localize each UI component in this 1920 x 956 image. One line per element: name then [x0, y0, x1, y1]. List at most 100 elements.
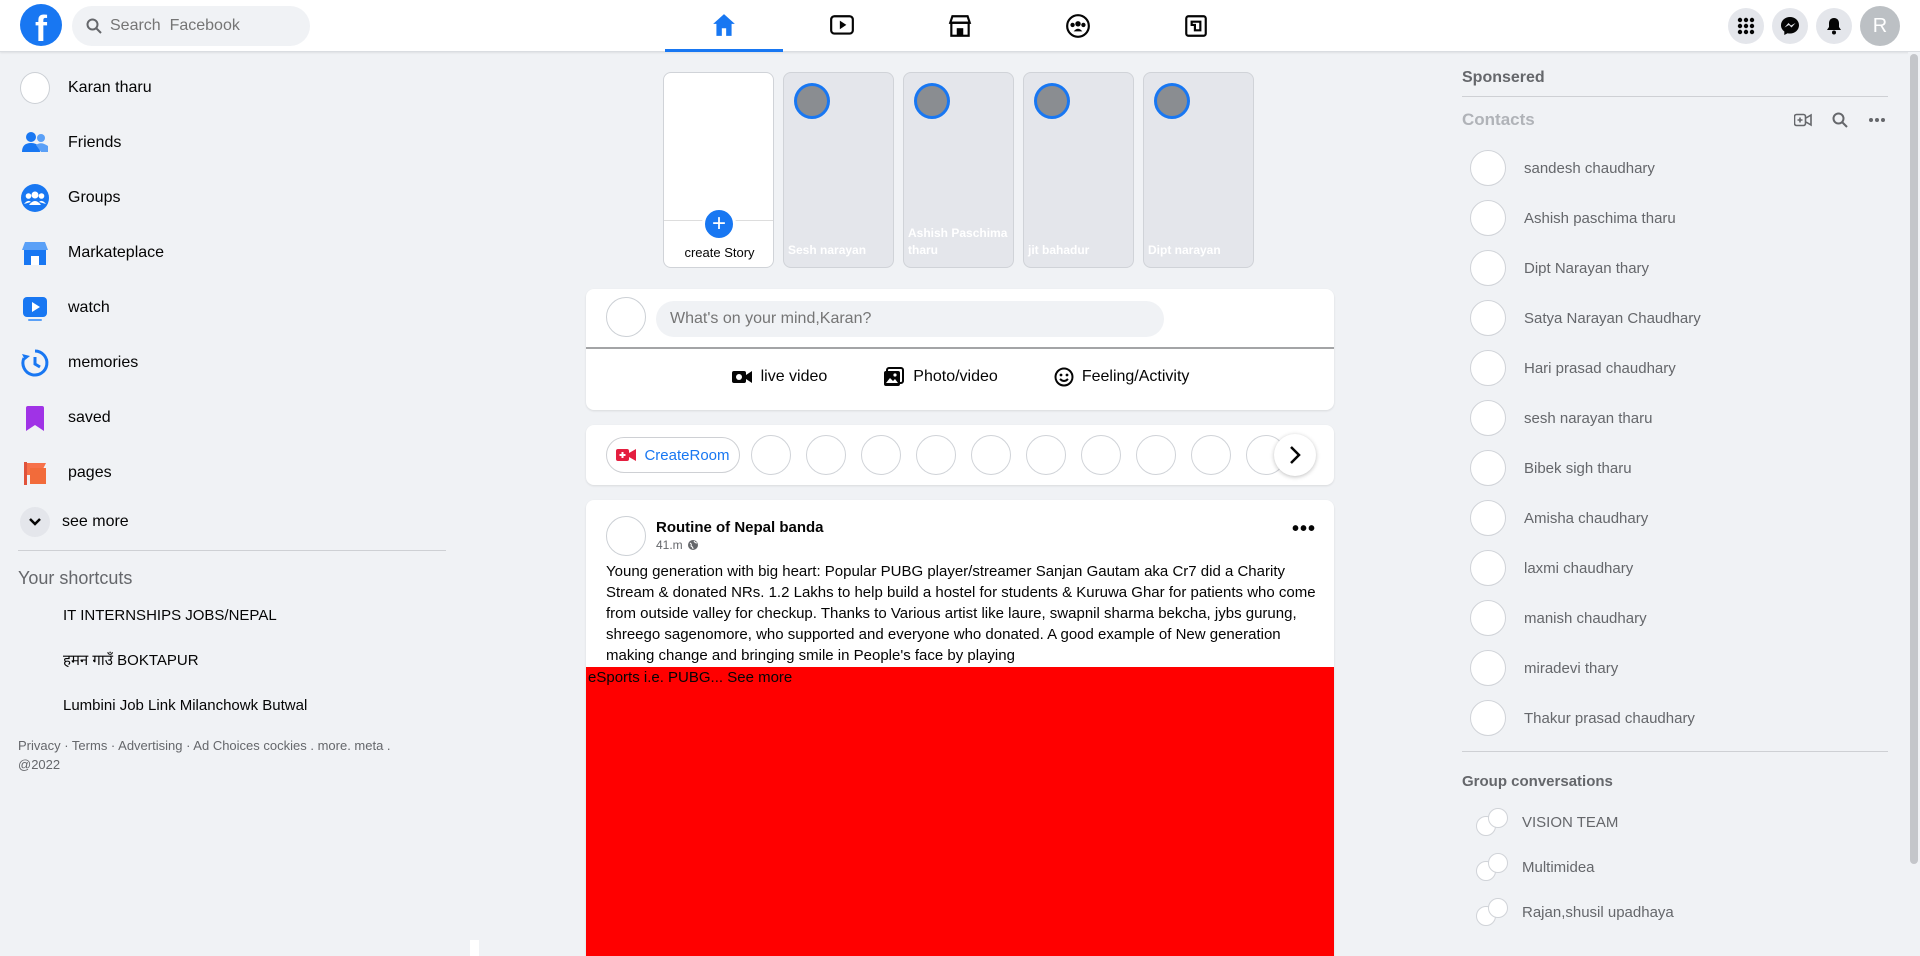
post-author-avatar[interactable]: [606, 516, 646, 556]
room-avatar[interactable]: [806, 435, 846, 475]
shortcut-item[interactable]: Lumbini Job Link Milanchowk Butwal: [0, 683, 450, 728]
saved-icon: [26, 405, 44, 431]
create-room-label: CreateRoom: [644, 446, 730, 464]
post-options-button[interactable]: •••: [1292, 518, 1316, 541]
photo-video-button[interactable]: Photo/video: [855, 355, 1026, 399]
contact-item[interactable]: Hari prasad chaudhary: [1462, 343, 1888, 393]
tab-gaming[interactable]: [1137, 0, 1255, 52]
room-avatar[interactable]: [1191, 435, 1231, 475]
tab-groups[interactable]: [1019, 0, 1137, 52]
contact-avatar: [1470, 150, 1506, 186]
new-room-icon[interactable]: [1794, 113, 1812, 127]
see-more-label: see more: [62, 513, 129, 530]
post-see-more-link[interactable]: See more: [727, 669, 792, 686]
feeling-activity-button[interactable]: Feeling/Activity: [1026, 355, 1218, 399]
bottom-marker: [470, 940, 479, 956]
live-video-button[interactable]: live video: [703, 355, 856, 399]
footer-links[interactable]: Privacy · Terms · Advertising · Ad Choic…: [0, 736, 440, 774]
more-options-icon[interactable]: [1868, 117, 1886, 123]
tab-watch[interactable]: [783, 0, 901, 52]
contacts-title: Contacts: [1462, 110, 1535, 129]
story-card[interactable]: Dipt narayan: [1143, 72, 1254, 268]
stories-row: + create Story Sesh narayan Ashish Pasch…: [663, 72, 1254, 268]
sidebar-item-marketplace[interactable]: Markateplace: [0, 225, 450, 280]
story-card[interactable]: Sesh narayan: [783, 72, 894, 268]
create-room-button[interactable]: CreateRoom: [606, 437, 740, 473]
story-create-image: [664, 73, 773, 221]
post-author-name[interactable]: Routine of Nepal banda: [656, 519, 824, 536]
contact-avatar: [1470, 350, 1506, 386]
gaming-icon: [1185, 15, 1207, 37]
story-card[interactable]: jit bahadur: [1023, 72, 1134, 268]
sidebar-divider: [18, 550, 446, 551]
story-avatar: [1034, 83, 1070, 119]
tab-home[interactable]: [665, 0, 783, 52]
contact-name: Hari prasad chaudhary: [1524, 359, 1676, 377]
contact-avatar: [1470, 600, 1506, 636]
contact-item[interactable]: Ashish paschima tharu: [1462, 193, 1888, 243]
chevron-right-icon: [1290, 446, 1301, 464]
post-time-text[interactable]: 41.m: [656, 538, 683, 552]
facebook-logo[interactable]: f: [20, 4, 62, 46]
contact-avatar: [1470, 700, 1506, 736]
feed-post: Routine of Nepal banda 41.m ••• Young ge…: [586, 500, 1334, 956]
room-avatar[interactable]: [1081, 435, 1121, 475]
contact-item[interactable]: laxmi chaudhary: [1462, 543, 1888, 593]
contact-name: Dipt Narayan thary: [1524, 259, 1650, 277]
sidebar-item-watch[interactable]: watch: [0, 280, 450, 335]
marketplace-icon: [22, 241, 48, 265]
shortcut-item[interactable]: हमन गाउँ BOKTAPUR: [0, 638, 450, 683]
grid-icon: [1737, 17, 1755, 35]
search-icon[interactable]: [1832, 112, 1848, 128]
notifications-button[interactable]: [1816, 8, 1852, 44]
contact-item[interactable]: Satya Narayan Chaudhary: [1462, 293, 1888, 343]
scrollbar-thumb[interactable]: [1910, 54, 1918, 864]
sidebar-item-saved[interactable]: saved: [0, 390, 450, 445]
see-more-button[interactable]: see more: [0, 500, 450, 544]
story-name: jit bahadur: [1028, 243, 1090, 257]
page-scrollbar[interactable]: [1908, 52, 1920, 956]
room-avatar[interactable]: [861, 435, 901, 475]
contact-item[interactable]: Thakur prasad chaudhary: [1462, 693, 1888, 743]
sidebar-item-profile[interactable]: Karan tharu: [0, 60, 450, 115]
search-input[interactable]: [110, 17, 300, 35]
story-card[interactable]: Ashish Paschima tharu: [903, 72, 1014, 268]
search-bar[interactable]: [72, 6, 310, 46]
account-avatar[interactable]: R: [1860, 6, 1900, 46]
tab-marketplace[interactable]: [901, 0, 1019, 52]
contact-item[interactable]: sesh narayan tharu: [1462, 393, 1888, 443]
composer-input[interactable]: [656, 301, 1164, 337]
contact-item[interactable]: Bibek sigh tharu: [1462, 443, 1888, 493]
shortcut-item[interactable]: IT INTERNSHIPS JOBS/NEPAL: [0, 593, 450, 638]
create-story-card[interactable]: + create Story: [663, 72, 774, 268]
sidebar-item-pages[interactable]: pages: [0, 445, 450, 500]
contact-item[interactable]: manish chaudhary: [1462, 593, 1888, 643]
contacts-header: Contacts: [1462, 97, 1888, 143]
room-avatar[interactable]: [971, 435, 1011, 475]
story-name: Ashish Paschima tharu: [908, 226, 1008, 257]
contact-avatar: [1470, 300, 1506, 336]
rooms-next-button[interactable]: [1274, 434, 1316, 476]
group-conversation-item[interactable]: Multimidea: [1462, 845, 1888, 890]
broken-image-icon: eSports i.e. PUBG... See more: [588, 669, 792, 686]
room-avatar[interactable]: [1136, 435, 1176, 475]
contact-avatar: [1470, 200, 1506, 236]
room-avatar[interactable]: [751, 435, 791, 475]
room-avatar[interactable]: [1026, 435, 1066, 475]
contact-item[interactable]: sandesh chaudhary: [1462, 143, 1888, 193]
sidebar-item-groups[interactable]: Groups: [0, 170, 450, 225]
group-avatar: [1476, 852, 1514, 883]
room-avatar[interactable]: [916, 435, 956, 475]
group-conversation-item[interactable]: VISION TEAM: [1462, 800, 1888, 845]
post-media-image[interactable]: eSports i.e. PUBG... See more: [586, 667, 1334, 956]
contact-name: Bibek sigh tharu: [1524, 459, 1632, 477]
sidebar-item-memories[interactable]: memories: [0, 335, 450, 390]
sidebar-item-friends[interactable]: Friends: [0, 115, 450, 170]
contact-item[interactable]: miradevi thary: [1462, 643, 1888, 693]
messenger-button[interactable]: [1772, 8, 1808, 44]
create-story-label: create Story: [684, 245, 755, 260]
contact-item[interactable]: Amisha chaudhary: [1462, 493, 1888, 543]
contact-item[interactable]: Dipt Narayan thary: [1462, 243, 1888, 293]
group-conversation-item[interactable]: Rajan,shusil upadhaya: [1462, 890, 1888, 935]
menu-button[interactable]: [1728, 8, 1764, 44]
